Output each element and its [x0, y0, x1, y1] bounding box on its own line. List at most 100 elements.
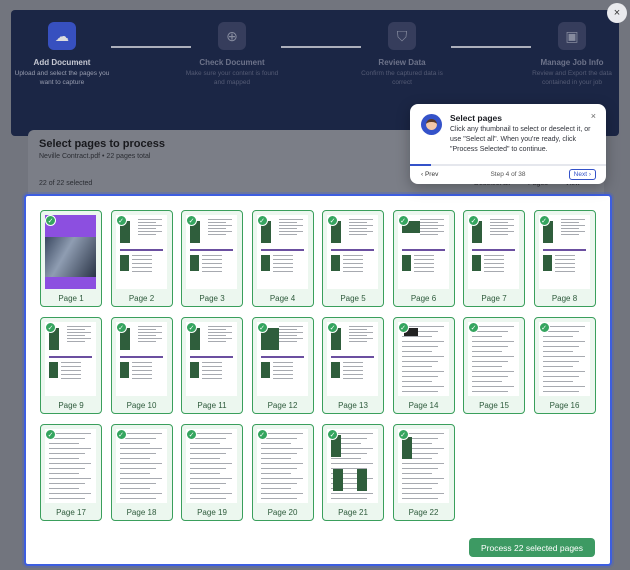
- page-thumbnail[interactable]: ✓ Page 19: [181, 424, 243, 521]
- selected-check-icon: ✓: [115, 215, 127, 226]
- page-thumbnail[interactable]: ✓ Page 9: [40, 317, 102, 414]
- tour-next-button[interactable]: Next ›: [568, 169, 596, 180]
- page-thumbnail[interactable]: ✓ Page 18: [110, 424, 173, 521]
- page-thumbnail[interactable]: ✓ Page 7: [463, 210, 525, 307]
- guide-avatar-icon: [421, 114, 442, 135]
- page-preview: [468, 215, 519, 289]
- selected-check-icon: ✓: [186, 429, 197, 440]
- selected-check-icon: ✓: [327, 429, 338, 440]
- page-preview: [538, 322, 590, 396]
- page-preview: [256, 215, 308, 289]
- page-preview: [468, 322, 519, 396]
- page-preview: [186, 429, 237, 503]
- page-label: Page 11: [197, 401, 227, 410]
- tour-progress-bar: [410, 164, 606, 166]
- page-label: Page 15: [479, 401, 509, 410]
- step-description: Confirm the captured data is correct: [361, 70, 443, 86]
- page-thumbnail[interactable]: ✓ Page 4: [251, 210, 314, 307]
- page-thumbnail[interactable]: ✓ Page 22: [392, 424, 455, 521]
- page-preview: [327, 215, 378, 289]
- page-label: Page 10: [126, 401, 157, 410]
- page-thumbnail[interactable]: ✓ Page 1: [40, 210, 102, 307]
- document-subtitle: Neville Contract.pdf • 22 pages total: [39, 153, 151, 160]
- page-preview: [45, 322, 96, 396]
- page-thumbnail[interactable]: ✓ Page 20: [251, 424, 314, 521]
- page-label: Page 22: [408, 508, 439, 517]
- page-grid-panel: ✓ Page 1 ✓ Page 2 ✓ Page 3 ✓ Page 4 ✓ Page 5 ✓ Page…: [24, 194, 612, 566]
- selected-check-icon: ✓: [538, 215, 550, 226]
- step-check-document[interactable]: ⊕ Check Document Make sure your content …: [177, 22, 287, 88]
- page-thumbnail[interactable]: ✓ Page 6: [392, 210, 455, 307]
- page-thumbnail[interactable]: ✓ Page 13: [322, 317, 384, 414]
- upload-icon: ☁: [48, 22, 76, 50]
- page-label: Page 18: [126, 508, 157, 517]
- step-connector: [111, 46, 191, 48]
- page-thumbnail[interactable]: ✓ Page 11: [181, 317, 243, 414]
- page-label: Page 13: [338, 401, 368, 410]
- page-preview: [115, 429, 167, 503]
- step-connector: [281, 46, 361, 48]
- tooltip-title: Select pages: [450, 113, 502, 123]
- page-thumbnail[interactable]: ✓ Page 16: [533, 317, 596, 414]
- selected-check-icon: ✓: [45, 215, 56, 226]
- page-thumbnail[interactable]: ✓ Page 15: [463, 317, 525, 414]
- selected-check-icon: ✓: [186, 322, 197, 333]
- page-preview: [45, 429, 96, 503]
- page-preview: [256, 429, 308, 503]
- step-description: Upload and select the pages you want to …: [14, 70, 110, 86]
- page-thumbnail[interactable]: ✓ Page 3: [181, 210, 243, 307]
- selected-check-icon: ✓: [468, 322, 479, 333]
- page-thumbnail[interactable]: ✓ Page 17: [40, 424, 102, 521]
- page-thumbnail[interactable]: ✓ Page 14: [392, 317, 455, 414]
- step-title: Add Document: [33, 58, 91, 67]
- page-thumbnail[interactable]: ✓ Page 2: [110, 210, 173, 307]
- page-thumbnail[interactable]: ✓ Page 8: [533, 210, 596, 307]
- step-description: Make sure your content is found and mapp…: [185, 70, 279, 86]
- tooltip-body: Click any thumbnail to select or deselec…: [450, 126, 591, 154]
- page-preview: [538, 215, 590, 289]
- selected-check-icon: ✓: [115, 429, 127, 440]
- page-label: Page 20: [267, 508, 298, 517]
- page-thumbnail[interactable]: ✓ Page 5: [322, 210, 384, 307]
- step-title: Manage Job Info: [540, 58, 604, 67]
- page-preview: [327, 322, 378, 396]
- page-label: Page 12: [267, 401, 298, 410]
- page-label: Page 8: [551, 294, 578, 303]
- selected-check-icon: ✓: [327, 215, 338, 226]
- page-preview: [327, 429, 378, 503]
- selected-check-icon: ✓: [45, 322, 56, 333]
- page-preview: [45, 215, 96, 289]
- box-icon: ▣: [558, 22, 586, 50]
- selected-check-icon: ✓: [186, 215, 197, 226]
- page-label: Page 1: [58, 294, 84, 303]
- process-selected-button[interactable]: Process 22 selected pages: [469, 538, 595, 557]
- step-add-document[interactable]: ☁ Add Document Upload and select the pag…: [7, 22, 117, 88]
- page-thumbnail[interactable]: ✓ Page 10: [110, 317, 173, 414]
- onboarding-tooltip: Select pages × Click any thumbnail to se…: [410, 104, 606, 184]
- page-thumbnail[interactable]: ✓ Page 21: [322, 424, 384, 521]
- tooltip-close-icon[interactable]: ×: [591, 111, 596, 121]
- selected-check-icon: ✓: [397, 215, 409, 226]
- step-description: Review and Export the data contained in …: [532, 70, 612, 86]
- page-preview: [186, 215, 237, 289]
- page-label: Page 3: [199, 294, 225, 303]
- close-icon[interactable]: ×: [607, 3, 627, 23]
- page-thumbnail[interactable]: ✓ Page 12: [251, 317, 314, 414]
- selected-check-icon: ✓: [397, 429, 409, 440]
- page-preview: [115, 215, 167, 289]
- page-label: Page 2: [128, 294, 155, 303]
- page-preview: [397, 215, 449, 289]
- step-review-data[interactable]: ⛉ Review Data Confirm the captured data …: [347, 22, 457, 88]
- step-title: Check Document: [199, 58, 265, 67]
- selected-check-icon: ✓: [397, 322, 409, 333]
- step-manage-job-info[interactable]: ▣ Manage Job Info Review and Export the …: [517, 22, 627, 88]
- page-label: Page 6: [410, 294, 437, 303]
- page-preview: [397, 429, 449, 503]
- page-label: Page 16: [549, 401, 580, 410]
- page-preview: [397, 322, 449, 396]
- page-label: Page 9: [58, 401, 84, 410]
- shield-icon: ⛉: [388, 22, 416, 50]
- page-label: Page 7: [481, 294, 507, 303]
- selected-check-icon: ✓: [115, 322, 127, 333]
- selected-check-icon: ✓: [538, 322, 550, 333]
